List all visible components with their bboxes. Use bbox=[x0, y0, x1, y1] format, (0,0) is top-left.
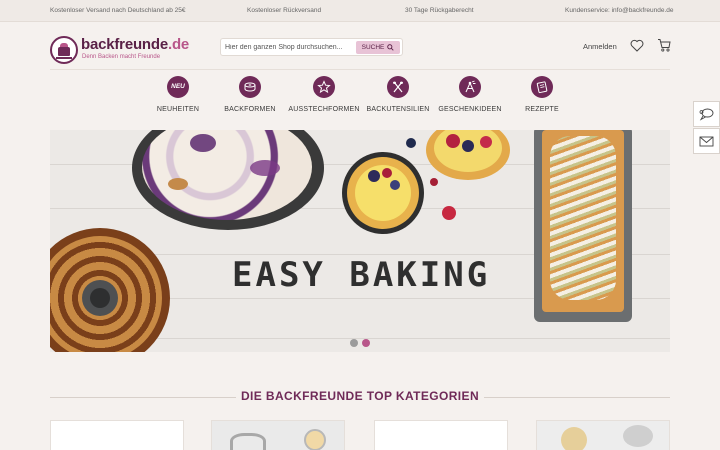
category-card[interactable] bbox=[536, 420, 670, 450]
nav-label: AUSSTECHFORMEN bbox=[288, 106, 360, 113]
nav-item-rezepte[interactable]: REZEPTE bbox=[502, 76, 582, 113]
site-header: backfreunde.de Denn Backen macht Freunde… bbox=[0, 22, 720, 72]
chat-button[interactable] bbox=[693, 101, 720, 127]
nav-label: BACKUTENSILIEN bbox=[366, 106, 430, 113]
cake-pan-icon bbox=[239, 76, 261, 98]
header-divider bbox=[50, 69, 670, 70]
category-nav: NEU NEUHEITEN BACKFORMEN AUSSTECHFORMEN … bbox=[0, 72, 720, 124]
slide-dot-2[interactable] bbox=[362, 339, 370, 347]
section-divider-left bbox=[50, 397, 236, 398]
nav-item-ausstechformen[interactable]: AUSSTECHFORMEN bbox=[284, 76, 364, 113]
customer-service-info[interactable]: Kundenservice: info@backfreunde.de bbox=[565, 7, 674, 14]
mail-icon bbox=[699, 136, 714, 146]
search-button[interactable]: SUCHE bbox=[356, 41, 400, 54]
search-input[interactable] bbox=[225, 41, 355, 54]
cart-icon[interactable] bbox=[657, 38, 671, 52]
category-card[interactable] bbox=[211, 420, 345, 450]
hero-title: EASY BAKING bbox=[232, 255, 491, 295]
heart-icon[interactable] bbox=[630, 39, 644, 52]
shipping-info: Kostenloser Versand nach Deutschland ab … bbox=[50, 7, 186, 14]
category-card[interactable] bbox=[374, 420, 508, 450]
chat-icon bbox=[699, 108, 714, 121]
nav-item-backformen[interactable]: BACKFORMEN bbox=[210, 76, 290, 113]
utensils-icon bbox=[387, 76, 409, 98]
hero-banner[interactable] bbox=[50, 130, 670, 352]
guarantee-info: 30 Tage Rückgaberecht bbox=[405, 7, 474, 14]
slide-dot-1[interactable] bbox=[350, 339, 358, 347]
nav-item-neuheiten[interactable]: NEU NEUHEITEN bbox=[138, 76, 218, 113]
returns-info: Kostenloser Rückversand bbox=[247, 7, 322, 14]
logo-cake-icon[interactable] bbox=[50, 36, 78, 64]
category-card[interactable] bbox=[50, 420, 184, 450]
section-title: DIE BACKFREUNDE TOP KATEGORIEN bbox=[240, 389, 480, 403]
search-bar: SUCHE bbox=[220, 38, 403, 56]
nav-item-backutensilien[interactable]: BACKUTENSILIEN bbox=[358, 76, 438, 113]
star-cutter-icon bbox=[313, 76, 335, 98]
section-divider-right bbox=[484, 397, 670, 398]
recipe-book-icon bbox=[531, 76, 553, 98]
nav-label: NEUHEITEN bbox=[156, 106, 200, 113]
login-link[interactable]: Anmelden bbox=[583, 42, 617, 51]
mail-button[interactable] bbox=[693, 128, 720, 154]
gift-icon bbox=[459, 76, 481, 98]
nav-item-geschenkideen[interactable]: GESCHENKIDEEN bbox=[430, 76, 510, 113]
top-info-bar: Kostenloser Versand nach Deutschland ab … bbox=[0, 0, 720, 22]
logo[interactable]: backfreunde.de bbox=[81, 36, 189, 53]
magnifier-icon bbox=[387, 44, 394, 51]
nav-label: GESCHENKIDEEN bbox=[438, 106, 502, 113]
nav-label: REZEPTE bbox=[525, 106, 559, 113]
new-badge-icon: NEU bbox=[167, 76, 189, 98]
nav-label: BACKFORMEN bbox=[224, 106, 276, 113]
logo-tagline: Denn Backen macht Freunde bbox=[82, 54, 161, 60]
